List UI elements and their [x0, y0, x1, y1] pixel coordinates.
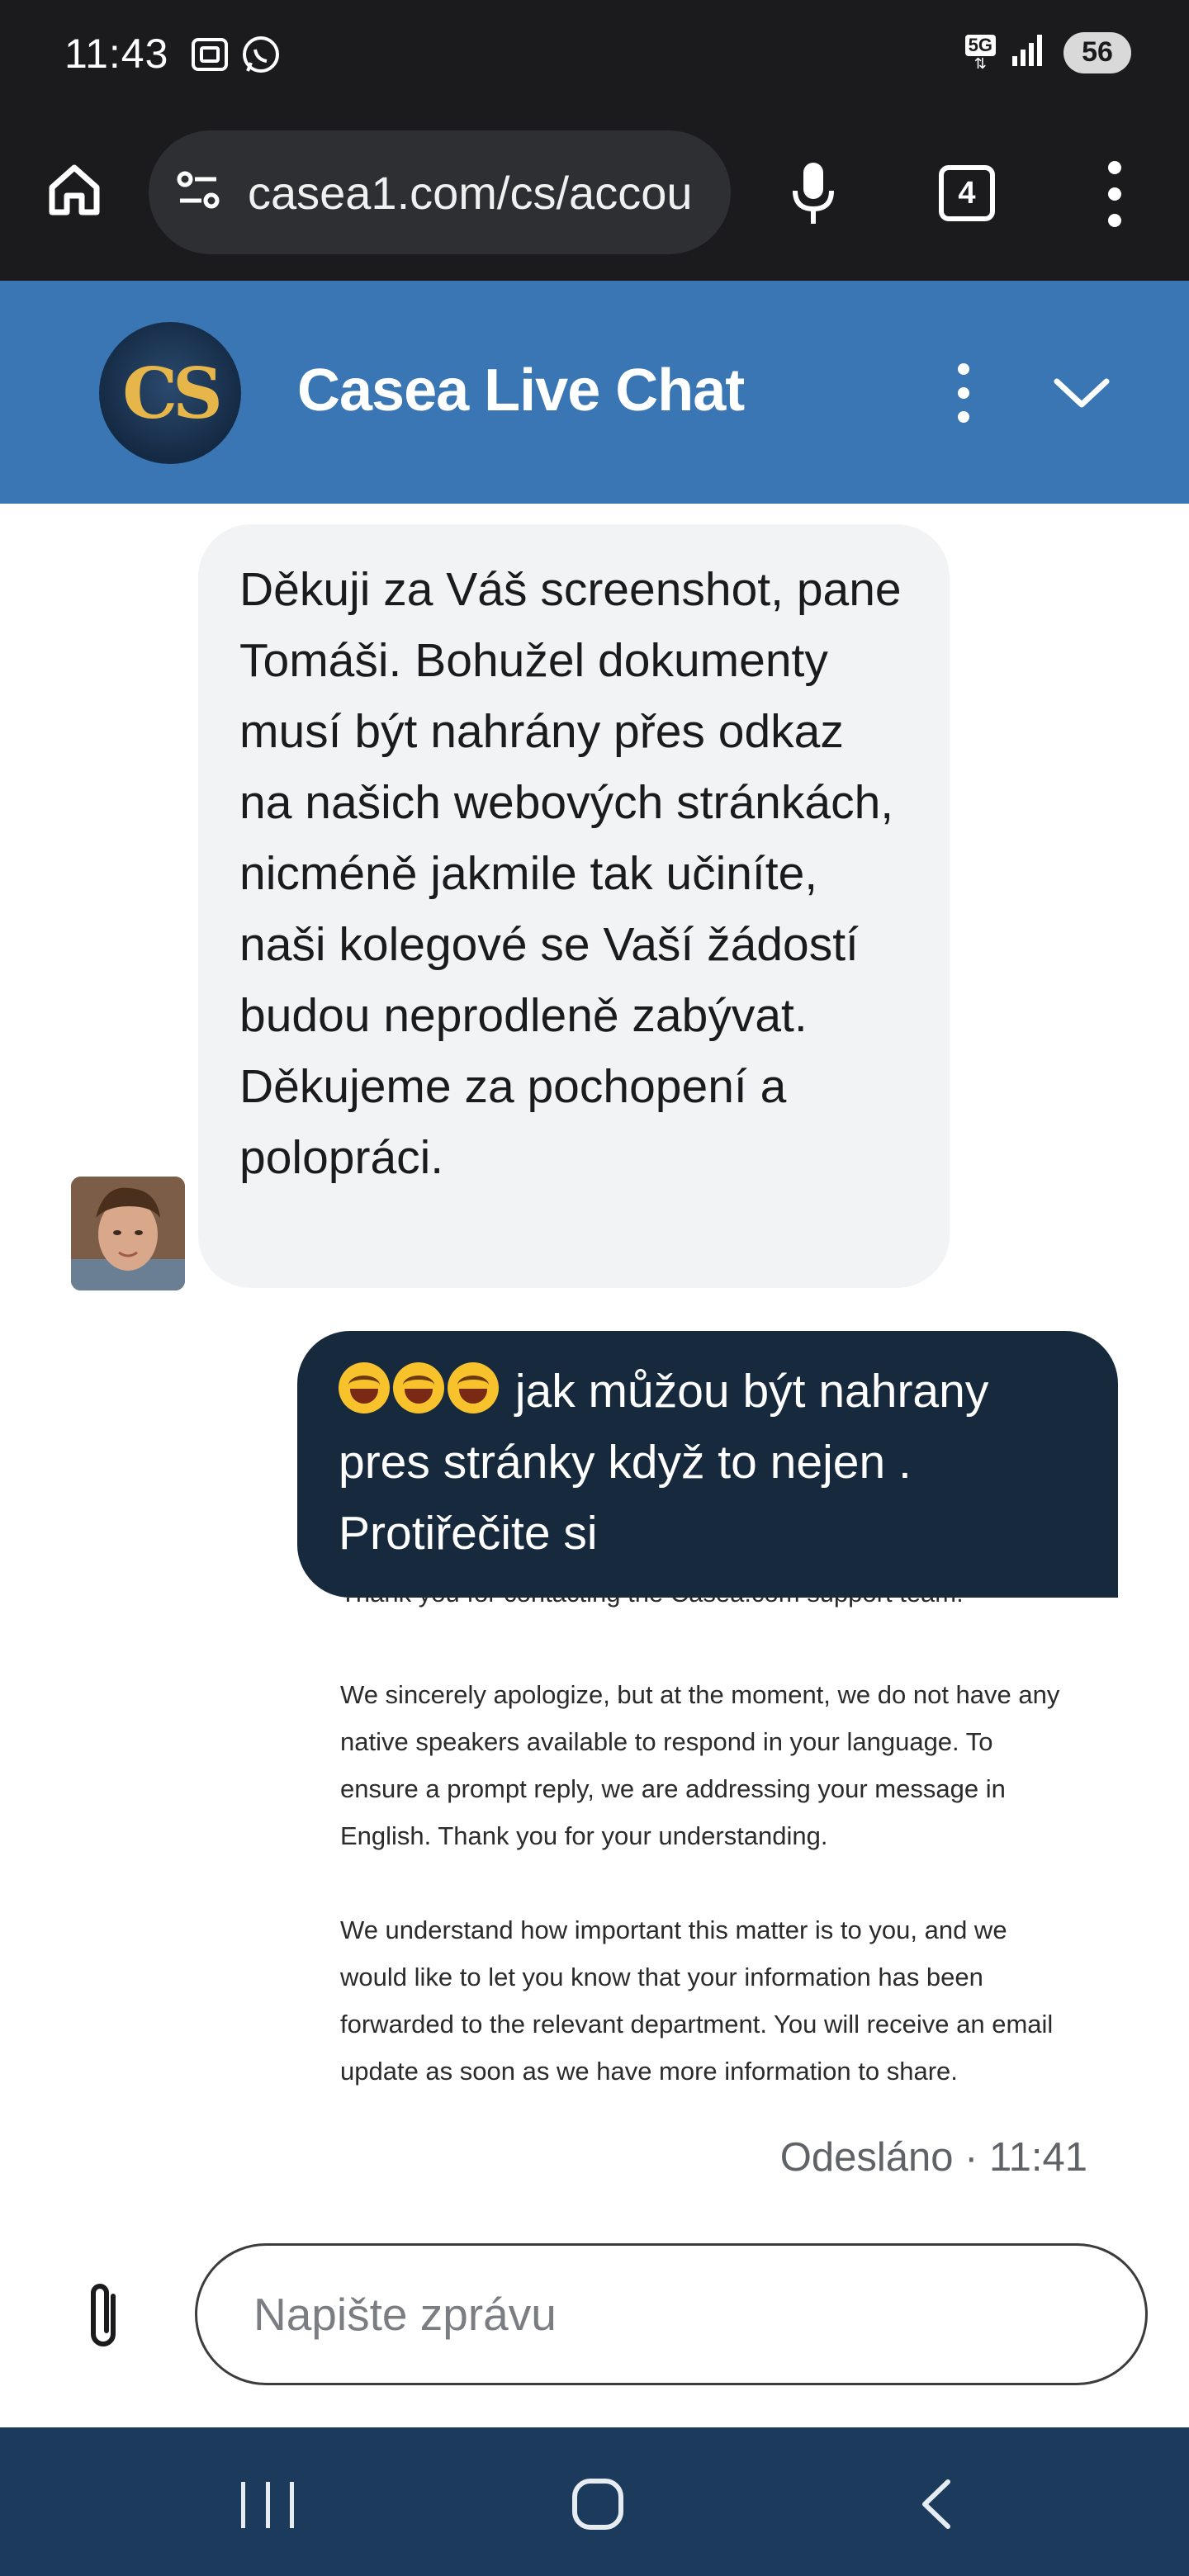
agent-avatar [71, 1177, 185, 1290]
clock: 11:43 [64, 31, 169, 77]
incoming-message-text: Děkuji za Váš screenshot, pane Tomáši. B… [239, 563, 902, 1184]
network-5g-icon: 5G ⇅ [964, 34, 996, 71]
sent-status: Odesláno · 11:41 [779, 2135, 1087, 2180]
quoted-greeting-text: Thank you for contacting the Casea.com s… [340, 1598, 1083, 1617]
home-icon[interactable] [41, 157, 107, 223]
url-text[interactable]: casea1.com/cs/accou [248, 166, 710, 220]
chevron-down-icon[interactable] [1049, 363, 1115, 423]
paperclip-icon[interactable] [78, 2275, 128, 2357]
incoming-message: Děkuji za Váš screenshot, pane Tomáši. B… [198, 524, 950, 1288]
quoted-auto-reply: We sincerely apologize, but at the momen… [340, 1671, 1067, 2142]
battery-indicator: 56 [1063, 31, 1131, 73]
outgoing-message-text: jak můžou být nahrany pres stránky když … [339, 1356, 1077, 1569]
message-input[interactable] [195, 2243, 1148, 2385]
outgoing-message: jak můžou být nahrany pres stránky když … [297, 1331, 1118, 1598]
system-navigation-bar [0, 2427, 1189, 2576]
address-bar[interactable]: casea1.com/cs/accou [149, 130, 731, 254]
recents-icon[interactable] [241, 2482, 294, 2528]
rofl-emoji-icon [448, 1362, 499, 1413]
mic-icon[interactable] [780, 157, 846, 231]
rofl-emoji-icon [393, 1362, 444, 1413]
site-settings-icon[interactable] [173, 166, 223, 220]
logo-text: CS [122, 352, 223, 434]
more-vert-icon[interactable] [1098, 161, 1131, 227]
whatsapp-icon [239, 33, 282, 80]
back-icon[interactable] [912, 2477, 961, 2531]
chat-header: CS Casea Live Chat [0, 281, 1189, 504]
home-circle-icon[interactable] [572, 2479, 623, 2530]
screenshot-icon [188, 33, 231, 80]
quoted-greeting: Thank you for contacting the Casea.com s… [340, 1598, 1083, 1624]
chat-options-icon[interactable] [951, 363, 976, 423]
quoted-paragraph-2: We understand how important this matter … [340, 1915, 1054, 2086]
tabs-icon[interactable]: 4 [939, 165, 995, 221]
quoted-paragraph-1: We sincerely apologize, but at the momen… [340, 1680, 1060, 1850]
chat-title: Casea Live Chat [297, 358, 745, 424]
rofl-emoji-icon [339, 1362, 390, 1413]
browser-toolbar: casea1.com/cs/accou 4 [0, 116, 1189, 281]
status-bar: 11:43 5G ⇅ 56 [0, 0, 1189, 116]
casea-logo: CS [99, 322, 241, 464]
signal-icon [1011, 31, 1049, 73]
network-type: 5G [964, 34, 996, 56]
